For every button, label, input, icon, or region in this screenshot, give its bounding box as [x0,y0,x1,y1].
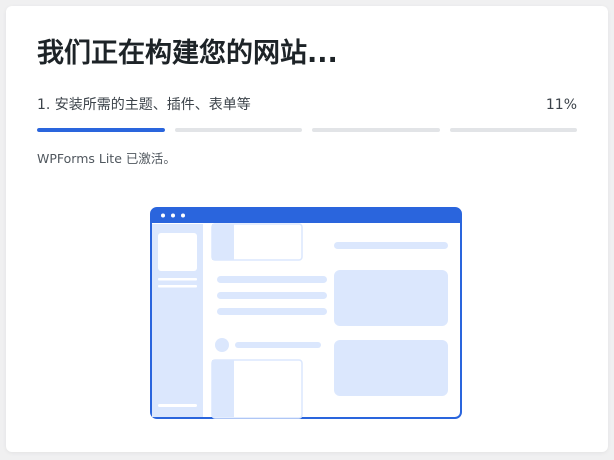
content-panel [334,270,448,326]
progress-segment-fill [37,128,165,132]
text-line [217,276,327,283]
content-card-image [212,224,234,260]
sidebar-line [158,404,197,407]
sidebar-line [158,285,197,288]
window-dot-icon [161,213,165,218]
progress-segment-4 [449,128,577,132]
text-line [334,242,448,249]
text-line [235,342,321,348]
text-line [217,292,327,299]
progress-percent: 11% [545,97,577,113]
step-label: 1. 安装所需的主题、插件、表单等 [37,97,251,113]
page-title: 我们正在构建您的网站... [37,38,338,69]
website-illustration [150,207,462,419]
status-message: WPForms Lite 已激活。 [37,151,176,166]
window-dot-icon [171,213,175,218]
content-panel [334,340,448,396]
content-card-image [212,360,234,417]
avatar-shape [215,338,229,352]
progress-card: 我们正在构建您的网站... 1. 安装所需的主题、插件、表单等 11% WPFo… [6,6,608,452]
progress-segment-1 [37,128,165,132]
text-line [217,308,327,315]
sidebar-line [158,278,197,281]
browser-header-bar [151,208,461,223]
window-dot-icon [181,213,185,218]
sidebar-image [158,233,197,271]
progress-bar [37,128,577,132]
progress-segment-2 [174,128,302,132]
progress-segment-3 [312,128,440,132]
